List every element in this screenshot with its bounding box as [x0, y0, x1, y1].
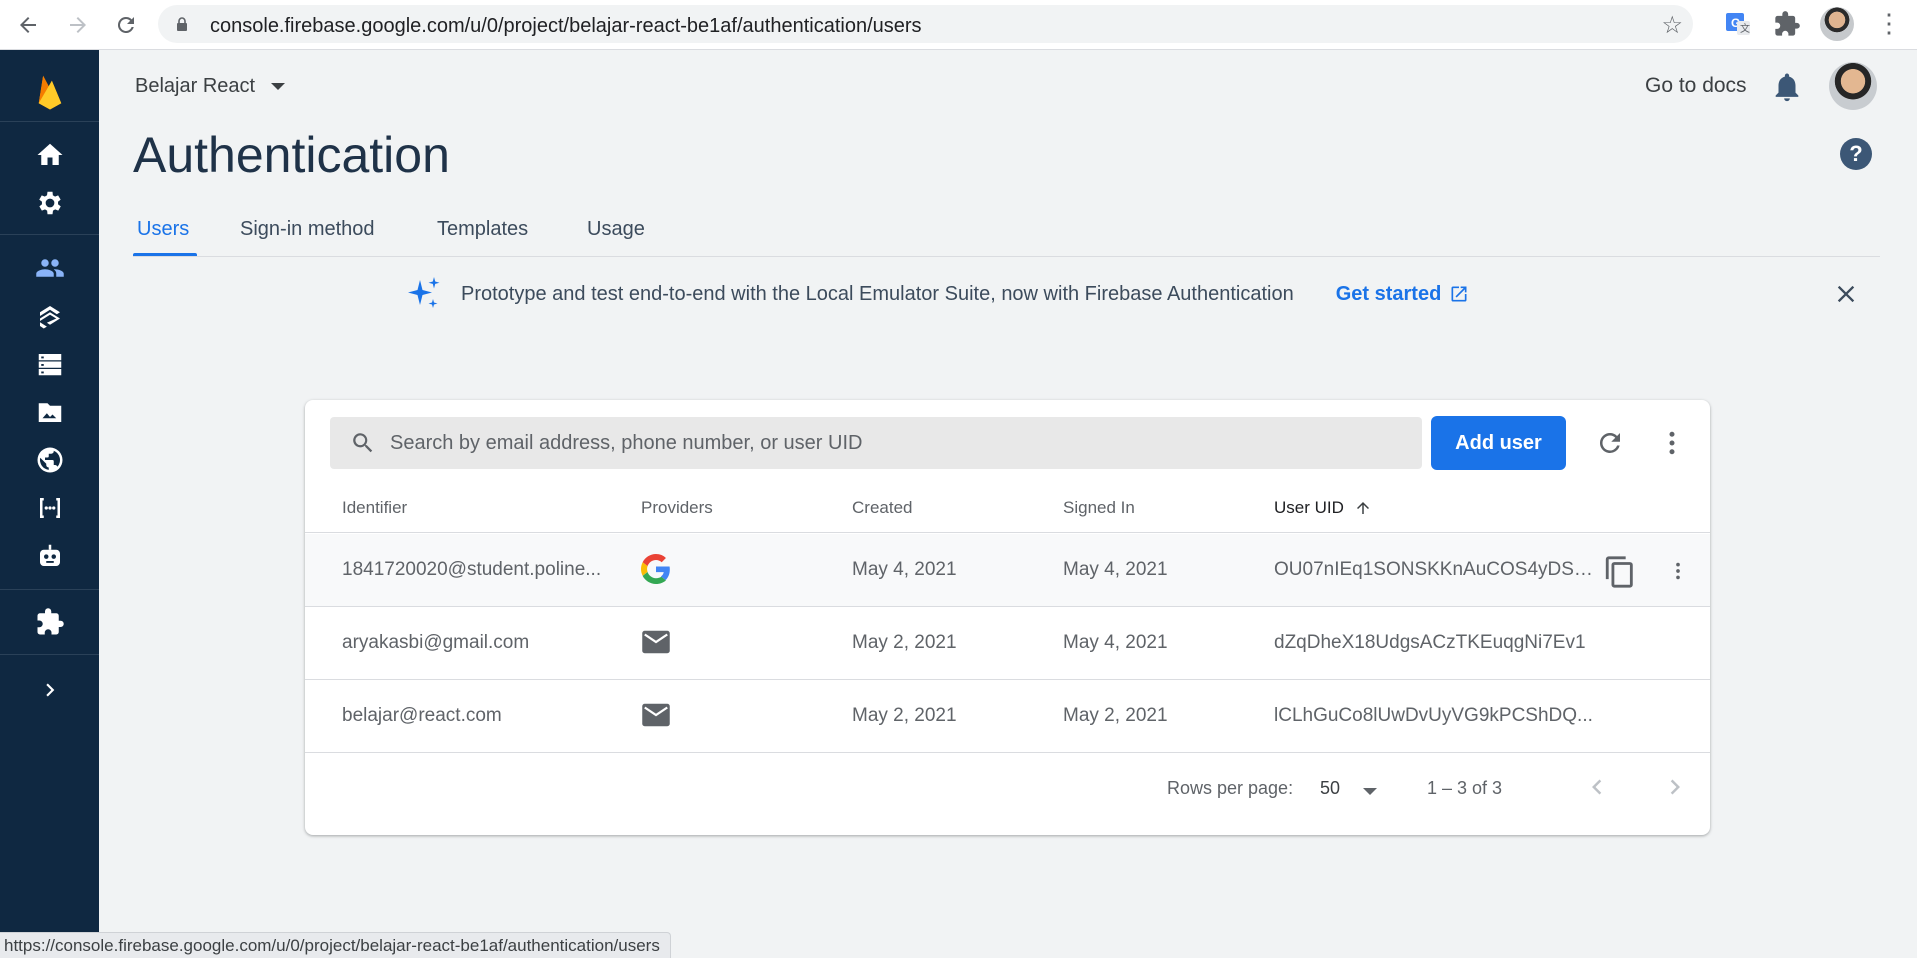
- row-created: May 2, 2021: [852, 705, 957, 726]
- table-header: Identifier Providers Created Signed In U…: [305, 485, 1710, 533]
- active-tab-indicator: [133, 253, 197, 256]
- notifications-bell-icon[interactable]: [1770, 70, 1804, 104]
- tab-usage[interactable]: Usage: [587, 218, 645, 241]
- tab-templates[interactable]: Templates: [437, 218, 528, 241]
- open-in-new-icon: [1451, 286, 1467, 302]
- pagination: Rows per page: 50 1 – 3 of 3: [305, 750, 1710, 835]
- extensions-icon[interactable]: [0, 600, 99, 644]
- row-more-options-icon[interactable]: [1667, 555, 1689, 587]
- svg-text:文: 文: [1740, 22, 1750, 35]
- firebase-sidebar: [0, 50, 99, 958]
- banner-message: Prototype and test end-to-end with the L…: [461, 282, 1294, 305]
- forward-icon[interactable]: [62, 9, 94, 41]
- row-signed-in: May 4, 2021: [1063, 559, 1168, 580]
- google-provider-icon: [641, 554, 670, 584]
- column-signed-in[interactable]: Signed In: [1063, 498, 1135, 518]
- refresh-icon[interactable]: [1595, 428, 1625, 458]
- gear-icon[interactable]: [0, 181, 99, 225]
- address-bar[interactable]: console.firebase.google.com/u/0/project/…: [158, 5, 1693, 43]
- firestore-icon[interactable]: [0, 294, 99, 338]
- translate-extension-icon[interactable]: G文: [1724, 10, 1752, 38]
- row-identifier: 1841720020@student.poline...: [342, 559, 602, 580]
- email-provider-icon: [642, 703, 670, 727]
- column-providers: Providers: [641, 498, 713, 517]
- table-row[interactable]: 1841720020@student.poline... May 4, 2021…: [305, 534, 1710, 607]
- get-started-link[interactable]: Get started: [1336, 283, 1470, 306]
- emulator-banner: Prototype and test end-to-end with the L…: [405, 276, 1469, 312]
- column-user-uid-label: User UID: [1274, 498, 1344, 517]
- rows-per-page-select[interactable]: 50: [1320, 778, 1340, 799]
- row-created: May 2, 2021: [852, 632, 957, 653]
- ml-robot-icon[interactable]: [0, 534, 99, 578]
- functions-icon[interactable]: [0, 486, 99, 530]
- row-user-uid: dZqDheX18UdgsACzTKEuqgNi7Ev1: [1274, 632, 1586, 653]
- tab-users[interactable]: Users: [137, 218, 189, 241]
- go-to-docs-link[interactable]: Go to docs: [1645, 74, 1747, 98]
- table-row[interactable]: belajar@react.com May 2, 2021 May 2, 202…: [305, 680, 1710, 753]
- firebase-logo[interactable]: [0, 64, 99, 120]
- search-bar[interactable]: [330, 417, 1422, 469]
- copy-uid-icon[interactable]: [1603, 554, 1637, 590]
- browser-menu-icon[interactable]: ⋮: [1876, 8, 1902, 39]
- home-icon[interactable]: [0, 133, 99, 177]
- email-provider-icon: [642, 630, 670, 654]
- lock-icon: [177, 17, 187, 31]
- close-banner-icon[interactable]: [1830, 278, 1862, 310]
- browser-toolbar: console.firebase.google.com/u/0/project/…: [0, 0, 1917, 50]
- status-bar-url: https://console.firebase.google.com/u/0/…: [0, 932, 671, 958]
- table-row[interactable]: aryakasbi@gmail.com May 2, 2021 May 4, 2…: [305, 607, 1710, 680]
- add-user-button[interactable]: Add user: [1431, 416, 1566, 470]
- reload-icon[interactable]: [110, 9, 142, 41]
- previous-page-icon[interactable]: [1582, 772, 1612, 802]
- search-icon: [353, 433, 373, 453]
- row-signed-in: May 4, 2021: [1063, 632, 1168, 653]
- extensions-puzzle-icon[interactable]: [1773, 10, 1801, 38]
- sparkle-icon: [408, 277, 440, 308]
- bookmark-star-icon[interactable]: ☆: [1661, 11, 1683, 40]
- pagination-range: 1 – 3 of 3: [1427, 778, 1503, 798]
- table-more-options-icon[interactable]: [1657, 426, 1687, 460]
- users-table-card: Add user Identifier Providers Created Si…: [305, 400, 1710, 835]
- chevron-down-icon: [271, 83, 286, 90]
- row-identifier: aryakasbi@gmail.com: [342, 632, 530, 653]
- row-user-uid: lCLhGuCo8lUwDvUyVG9kPCShDQ...: [1274, 705, 1593, 726]
- page-title: Authentication: [133, 127, 450, 183]
- search-input[interactable]: [390, 417, 1400, 469]
- url-text: console.firebase.google.com/u/0/project/…: [210, 15, 922, 37]
- rows-per-page-label: Rows per page:: [1167, 778, 1294, 798]
- auth-tabs: Users Sign-in method Templates Usage: [133, 212, 1880, 257]
- back-icon[interactable]: [12, 9, 44, 41]
- column-user-uid[interactable]: User UID: [1274, 498, 1372, 518]
- realtime-database-icon[interactable]: [0, 342, 99, 386]
- account-avatar[interactable]: [1829, 62, 1877, 110]
- column-identifier: Identifier: [342, 498, 408, 517]
- tab-sign-in-method[interactable]: Sign-in method: [240, 218, 375, 241]
- row-signed-in: May 2, 2021: [1063, 705, 1168, 726]
- sort-ascending-arrow-icon: [1356, 502, 1369, 514]
- profile-avatar[interactable]: [1820, 7, 1854, 41]
- rows-per-page-chevron-down-icon[interactable]: [1363, 788, 1377, 795]
- project-name: Belajar React: [135, 75, 256, 97]
- column-created[interactable]: Created: [852, 498, 912, 518]
- help-icon[interactable]: ?: [1840, 138, 1872, 170]
- storage-icon[interactable]: [0, 390, 99, 434]
- next-page-icon[interactable]: [1660, 772, 1690, 802]
- authentication-people-icon[interactable]: [0, 246, 99, 290]
- row-user-uid: OU07nIEq1SONSKKnAuCOS4yDS8...: [1274, 559, 1594, 580]
- get-started-label: Get started: [1335, 282, 1442, 305]
- project-selector[interactable]: Belajar React: [135, 75, 286, 98]
- row-created: May 4, 2021: [852, 559, 957, 580]
- hosting-globe-icon[interactable]: [0, 438, 99, 482]
- row-identifier: belajar@react.com: [342, 705, 502, 726]
- expand-sidebar-chevron-icon[interactable]: [0, 668, 99, 712]
